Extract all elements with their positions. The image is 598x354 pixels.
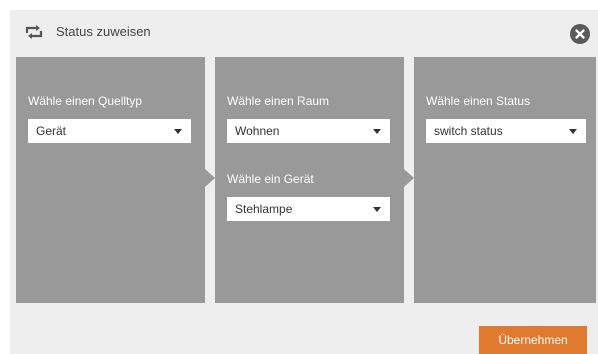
room-value: Wohnen — [235, 124, 280, 138]
device-value: Stehlampe — [235, 202, 293, 216]
device-select[interactable]: Stehlampe — [227, 197, 390, 221]
apply-button[interactable]: Übernehmen — [479, 326, 587, 354]
room-device-panel: Wähle einen Raum Wohnen Wähle ein Gerät … — [215, 57, 404, 303]
close-circle-icon — [575, 29, 585, 39]
repeat-arrows-icon — [24, 24, 44, 40]
step-arrow — [205, 169, 215, 187]
source-type-value: Gerät — [36, 124, 67, 138]
status-assign-dialog: Status zuweisen Wähle einen Quelltyp Ger… — [10, 10, 598, 354]
chevron-down-icon — [569, 129, 577, 134]
chevron-down-icon — [373, 207, 381, 212]
dialog-header: Status zuweisen — [10, 10, 598, 54]
room-label: Wähle einen Raum — [227, 94, 330, 108]
status-select[interactable]: switch status — [426, 119, 586, 143]
dialog-title: Status zuweisen — [56, 24, 151, 39]
source-type-panel: Wähle einen Quelltyp Gerät — [16, 57, 205, 303]
status-label: Wähle einen Status — [426, 94, 531, 108]
chevron-down-icon — [174, 129, 182, 134]
chevron-down-icon — [373, 129, 381, 134]
status-value: switch status — [434, 124, 503, 138]
step-arrow — [404, 169, 414, 187]
status-panel: Wähle einen Status switch status — [414, 57, 596, 303]
device-label: Wähle ein Gerät — [227, 172, 314, 186]
source-type-label: Wähle einen Quelltyp — [28, 94, 143, 108]
close-button[interactable] — [570, 24, 590, 44]
room-select[interactable]: Wohnen — [227, 119, 390, 143]
source-type-select[interactable]: Gerät — [28, 119, 191, 143]
